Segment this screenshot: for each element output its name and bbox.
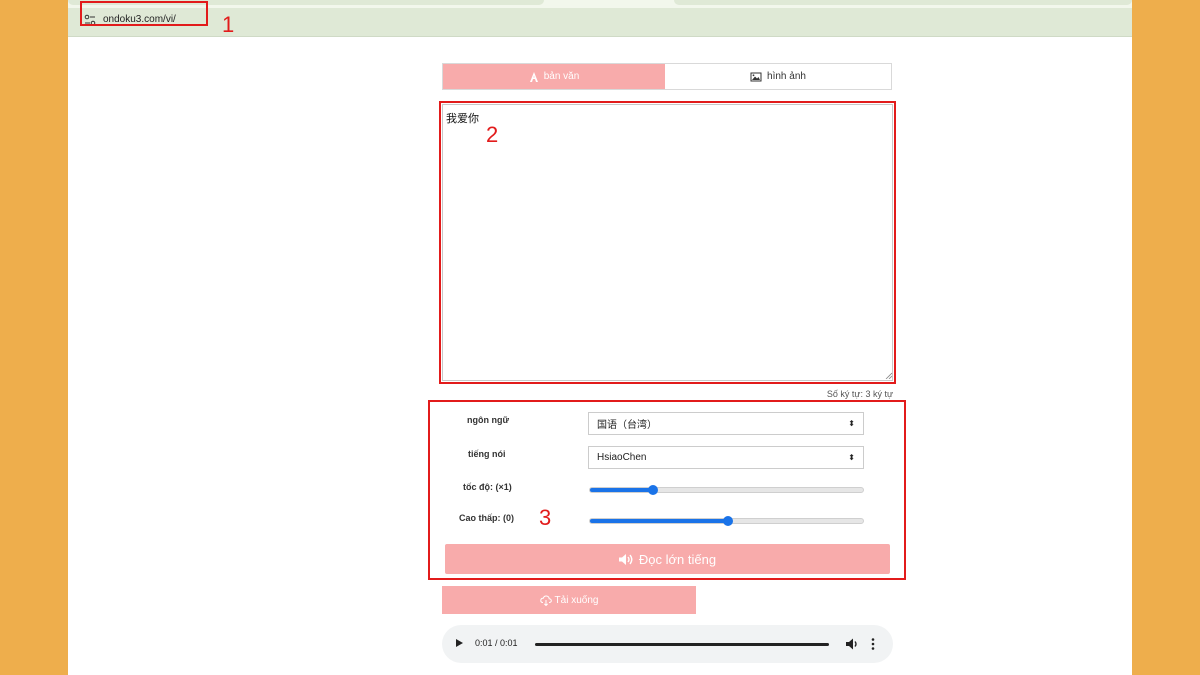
annotation-box-1 (80, 1, 208, 26)
download-label: Tải xuống (554, 594, 599, 606)
mode-tabs: bản văn hình ảnh (442, 63, 892, 90)
audio-player: 0:01 / 0:01 (442, 625, 893, 663)
audio-seek-bar[interactable] (535, 643, 829, 646)
tab-image[interactable]: hình ảnh (665, 64, 891, 89)
tab-strip (68, 0, 1132, 8)
more-options-icon[interactable] (870, 637, 876, 651)
callout-2: 2 (486, 122, 499, 147)
tab-text-label: bản văn (543, 71, 580, 82)
font-icon (529, 71, 538, 82)
browser-window: ondoku3.com/vi/ 1 bản văn hình ảnh 2 Số … (68, 0, 1132, 675)
volume-icon[interactable] (845, 637, 859, 651)
annotation-box-2 (439, 101, 896, 384)
character-count: Số ký tự: 3 ký tự (826, 389, 893, 399)
download-button[interactable]: Tải xuống (442, 586, 696, 614)
tab-text[interactable]: bản văn (443, 64, 665, 89)
play-icon[interactable] (456, 639, 463, 647)
tab-image-label: hình ảnh (767, 71, 806, 82)
cloud-download-icon (539, 594, 552, 606)
callout-1: 1 (222, 12, 235, 37)
audio-time: 0:01 / 0:01 (475, 638, 518, 648)
annotation-box-3 (428, 400, 906, 580)
browser-tab[interactable] (674, 0, 1132, 5)
image-icon (750, 72, 762, 81)
